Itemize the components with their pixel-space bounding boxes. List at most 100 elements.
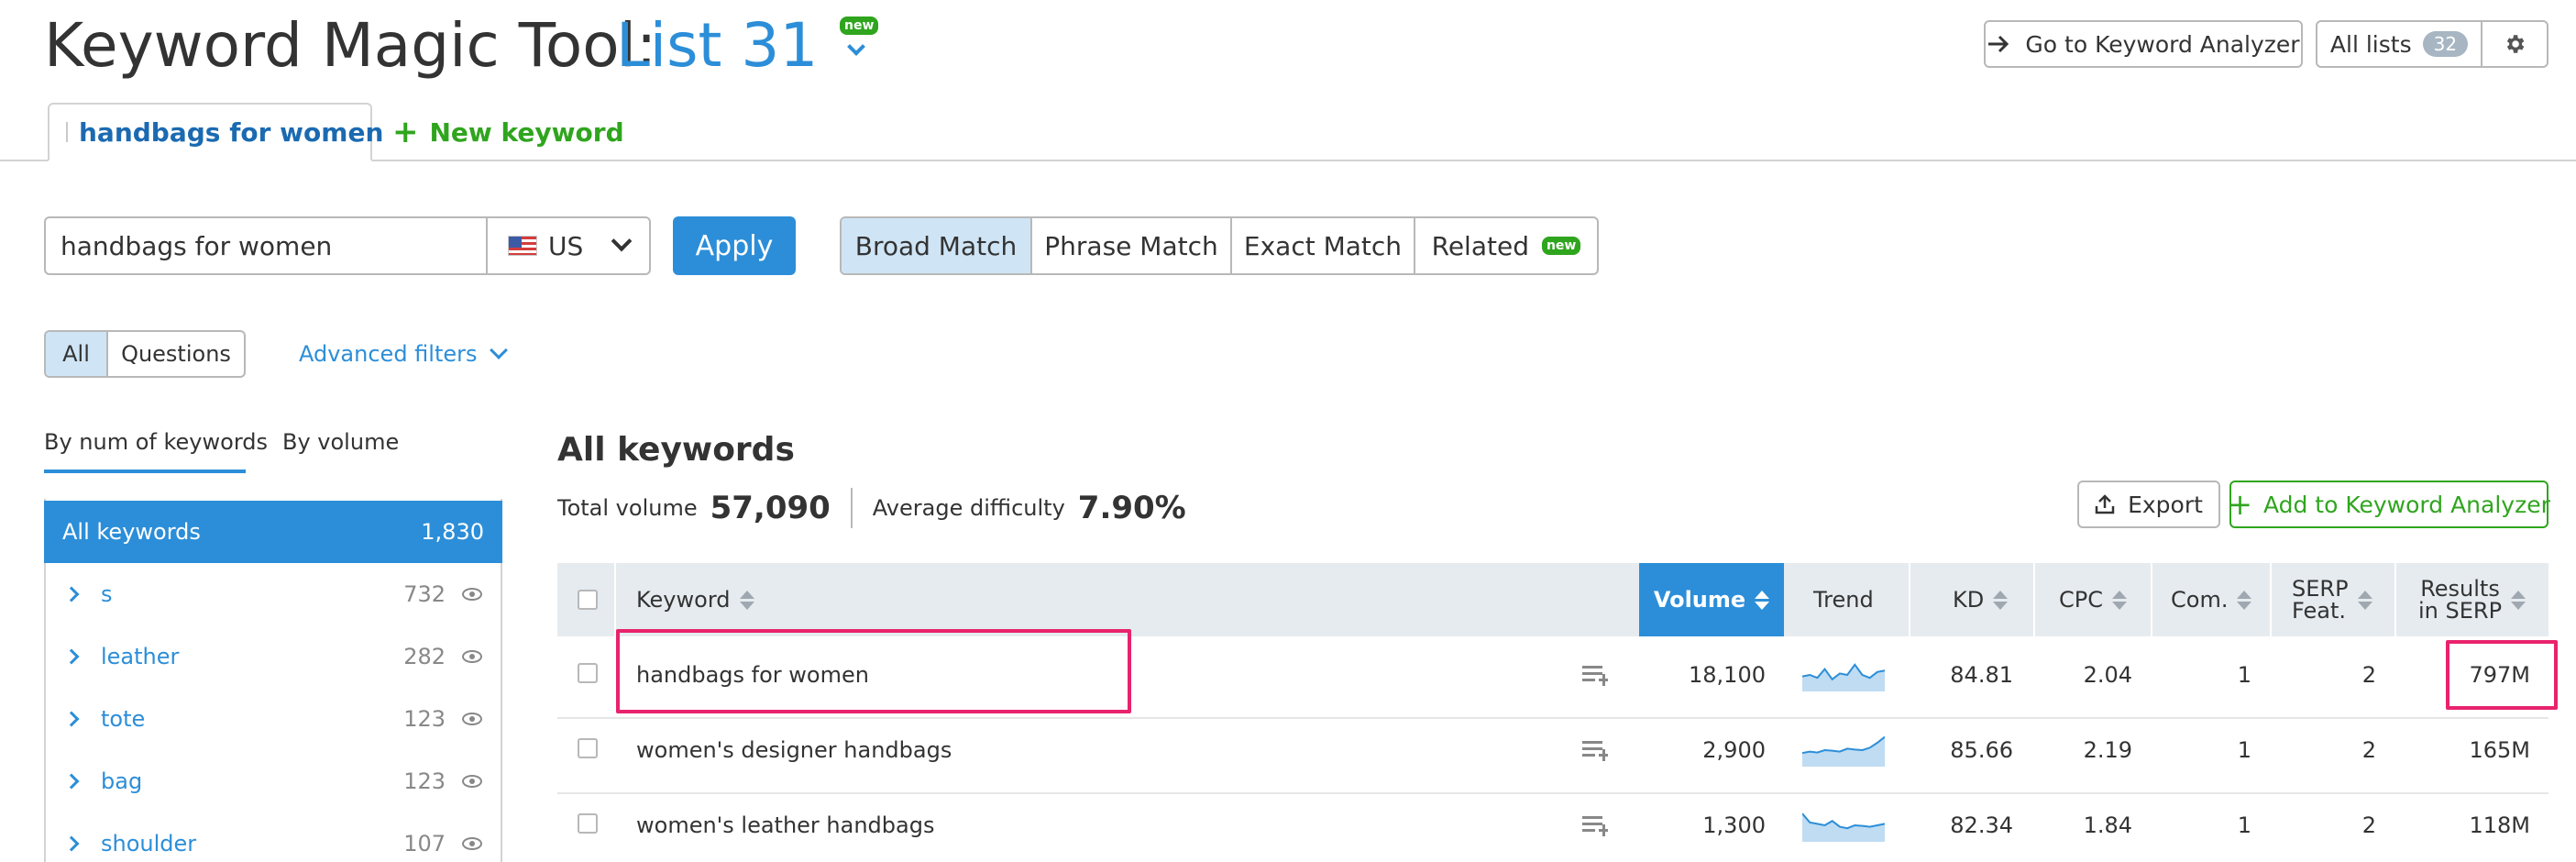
- new-keyword-tab[interactable]: + New keyword: [392, 103, 624, 161]
- plus-icon: +: [392, 114, 419, 150]
- sort-icon: [2357, 590, 2372, 610]
- phrase-match-button[interactable]: Phrase Match: [1032, 218, 1232, 273]
- list-selector[interactable]: List 31: [616, 9, 866, 83]
- keyword-link[interactable]: women's designer handbags: [636, 732, 952, 768]
- section-heading: All keywords: [557, 431, 795, 469]
- add-to-keyword-analyzer-button[interactable]: + Add to Keyword Analyzer: [2228, 481, 2550, 528]
- group-label: s: [101, 581, 113, 607]
- column-com[interactable]: Com.: [2171, 563, 2252, 636]
- questions-filter-button[interactable]: Questions: [108, 332, 244, 376]
- eye-icon[interactable]: [462, 713, 482, 725]
- column-results-in-serp[interactable]: Results in SERP: [2418, 563, 2526, 636]
- new-badge: new: [840, 17, 879, 35]
- country-select[interactable]: US: [486, 216, 651, 275]
- group-item[interactable]: shoulder 107: [44, 812, 502, 862]
- broad-match-button[interactable]: Broad Match: [842, 218, 1032, 273]
- gear-icon: [2506, 35, 2525, 53]
- keyword-link[interactable]: women's leather handbags: [636, 807, 934, 844]
- column-label: CPC: [2059, 587, 2103, 613]
- group-count: 123: [403, 706, 446, 732]
- eye-icon[interactable]: [462, 775, 482, 788]
- row-checkbox[interactable]: [578, 813, 598, 834]
- volume-value: 1,300: [1702, 812, 1766, 838]
- all-lists-label: All lists: [2329, 30, 2412, 58]
- group-item[interactable]: s 732: [44, 563, 502, 625]
- column-cpc[interactable]: CPC: [2059, 563, 2127, 636]
- column-keyword[interactable]: Keyword: [636, 563, 754, 636]
- trend-area: [1802, 664, 1885, 691]
- totals-summary: Total volume 57,090 Average difficulty 7…: [557, 486, 1186, 530]
- results-in-serp-link[interactable]: 118M: [2429, 807, 2530, 844]
- column-kd[interactable]: KD: [1953, 563, 2009, 636]
- row-checkbox[interactable]: [578, 663, 598, 683]
- new-keyword-label: New keyword: [429, 116, 624, 148]
- keyword-type-group: All Questions: [44, 330, 246, 378]
- plus-icon: +: [2228, 487, 2252, 522]
- serp-features-value: 2: [2361, 737, 2376, 763]
- advanced-filters-label: Advanced filters: [299, 341, 478, 367]
- upload-icon: [2095, 494, 2115, 514]
- group-all-keywords[interactable]: All keywords 1,830: [44, 501, 502, 563]
- add-to-list-icon[interactable]: [1582, 816, 1608, 836]
- eye-icon[interactable]: [462, 650, 482, 663]
- column-serp-features[interactable]: SERP Feat.: [2292, 563, 2372, 636]
- tab-by-volume[interactable]: By volume: [282, 429, 399, 455]
- total-volume-label: Total volume: [557, 495, 698, 521]
- arrow-right-icon: [1988, 35, 2009, 53]
- apply-button[interactable]: Apply: [673, 216, 796, 275]
- settings-button[interactable]: [2481, 20, 2548, 68]
- lists-count-badge: 32: [2422, 31, 2469, 57]
- chevron-right-icon: [63, 586, 80, 602]
- go-to-analyzer-label: Go to Keyword Analyzer: [2025, 30, 2300, 58]
- com-value: 1: [2237, 737, 2251, 763]
- add-to-list-icon[interactable]: [1582, 666, 1608, 686]
- group-label: shoulder: [101, 831, 197, 856]
- column-divider: [2394, 563, 2396, 636]
- advanced-filters-toggle[interactable]: Advanced filters: [299, 336, 508, 372]
- export-label: Export: [2128, 491, 2203, 518]
- tab-handbags-for-women[interactable]: handbags for women: [48, 103, 383, 161]
- tab-divider: [0, 160, 2576, 161]
- us-flag-icon: [508, 236, 537, 256]
- kd-value: 85.66: [1950, 737, 2013, 763]
- sort-icon: [739, 590, 754, 610]
- add-to-analyzer-label: Add to Keyword Analyzer: [2262, 491, 2550, 518]
- group-item[interactable]: leather 282: [44, 625, 502, 688]
- related-button[interactable]: Related new: [1415, 218, 1597, 273]
- row-checkbox[interactable]: [578, 738, 598, 758]
- keyword-search-input[interactable]: handbags for women: [44, 216, 488, 275]
- column-divider: [2033, 563, 2035, 636]
- list-name: List 31: [616, 10, 819, 81]
- exact-match-button[interactable]: Exact Match: [1232, 218, 1415, 273]
- column-label: KD: [1953, 587, 1985, 613]
- eye-icon[interactable]: [462, 837, 482, 850]
- group-item[interactable]: bag 123: [44, 750, 502, 812]
- chevron-down-icon: [847, 38, 866, 56]
- tab-by-num-of-keywords[interactable]: By num of keywords: [44, 429, 268, 455]
- chevron-right-icon: [63, 711, 80, 727]
- select-all-checkbox[interactable]: [578, 590, 598, 610]
- column-volume[interactable]: Volume: [1639, 563, 1784, 636]
- all-lists-button[interactable]: All lists 32: [2316, 20, 2482, 68]
- eye-icon[interactable]: [462, 588, 482, 601]
- group-item[interactable]: tote 123: [44, 688, 502, 750]
- export-button[interactable]: Export: [2077, 481, 2220, 528]
- column-trend: Trend: [1813, 563, 1874, 636]
- country-label: US: [548, 230, 584, 261]
- column-label-line: Results: [2420, 576, 2500, 602]
- add-to-list-icon[interactable]: [1582, 741, 1608, 761]
- com-value: 1: [2237, 812, 2251, 838]
- sort-icon: [1755, 590, 1770, 610]
- row-divider: [557, 717, 2548, 719]
- row-divider: [557, 792, 2548, 794]
- serp-features-value: 2: [2361, 812, 2376, 838]
- total-volume-value: 57,090: [710, 490, 831, 526]
- results-in-serp-link[interactable]: 165M: [2429, 732, 2530, 768]
- column-divider: [614, 563, 616, 636]
- group-count: 732: [403, 581, 446, 607]
- go-to-keyword-analyzer-button[interactable]: Go to Keyword Analyzer: [1984, 20, 2303, 68]
- us-flag-icon: [66, 122, 68, 142]
- all-filter-button[interactable]: All: [46, 332, 108, 376]
- kd-value: 84.81: [1950, 662, 2013, 688]
- group-count: 107: [403, 831, 446, 856]
